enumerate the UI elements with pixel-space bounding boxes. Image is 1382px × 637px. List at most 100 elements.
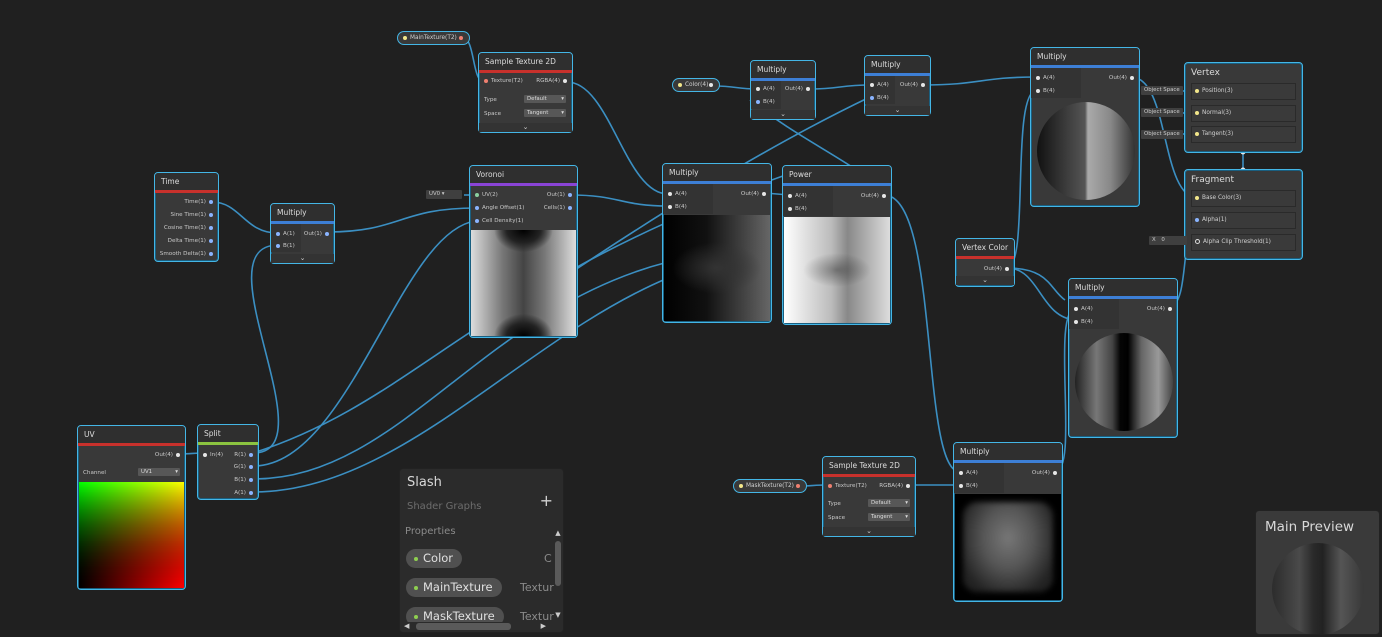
vertex-slot-tangent[interactable]: Tangent(3)	[1191, 126, 1296, 143]
input-port[interactable]: A(4)	[1071, 304, 1093, 314]
input-port[interactable]: A(4)	[665, 189, 687, 199]
sample-texture-2d-node[interactable]: Sample Texture 2D Texture(T2) RGBA(4) Ty…	[478, 52, 573, 133]
output-port[interactable]: Sine Time(1)	[171, 210, 216, 220]
scroll-right-icon[interactable]: ▶	[541, 622, 546, 630]
property-main-texture[interactable]: MainTexture	[406, 578, 502, 597]
output-port[interactable]: Out(4)	[1109, 73, 1137, 83]
output-port[interactable]: RGBA(4)	[536, 76, 570, 86]
input-port[interactable]: B(4)	[867, 93, 889, 103]
output-port[interactable]: Smooth Delta(1)	[160, 249, 216, 259]
output-port[interactable]: Out(4)	[785, 84, 813, 94]
power-node[interactable]: Power A(4) B(4) Out(4)	[782, 165, 892, 325]
fragment-slot-base-color[interactable]: Base Color(3)	[1191, 190, 1296, 207]
output-port[interactable]: Out(4)	[861, 191, 889, 201]
output-port[interactable]: Out(1)	[304, 229, 332, 239]
multiply-node[interactable]: Multiply A(1) B(1) Out(1) ⌄	[270, 203, 335, 264]
uv-channel-select[interactable]: UV0 ▾	[426, 190, 462, 199]
collapse-chevron-icon[interactable]: ⌄	[271, 254, 334, 263]
type-dropdown[interactable]: Default ▾	[868, 499, 910, 507]
color-property-node[interactable]: Color(4)	[672, 78, 720, 92]
input-port[interactable]: A(4)	[1033, 73, 1055, 83]
vertex-context[interactable]: Vertex Position(3) Normal(3) Tangent(3)	[1184, 62, 1303, 153]
output-port[interactable]: A(1)	[234, 488, 256, 498]
output-port[interactable]: Out(4)	[741, 189, 769, 199]
input-port[interactable]: UV(2)	[472, 190, 498, 200]
main-preview-panel[interactable]: Main Preview	[1255, 510, 1380, 635]
input-port[interactable]: A(4)	[867, 80, 889, 90]
collapse-chevron-icon[interactable]: ⌄	[823, 527, 915, 536]
output-port[interactable]: Out(4)	[1032, 468, 1060, 478]
port-dot-icon[interactable]	[459, 36, 463, 40]
fragment-slot-alpha[interactable]: Alpha(1)	[1191, 212, 1296, 229]
sample-texture-2d-node[interactable]: Sample Texture 2D Texture(T2) RGBA(4) Ty…	[822, 456, 916, 537]
input-port[interactable]: B(4)	[753, 97, 775, 107]
vertical-scrollbar[interactable]: ▲ ▼	[554, 529, 562, 619]
scroll-up-icon[interactable]: ▲	[554, 529, 562, 537]
space-dropdown[interactable]: Tangent ▾	[524, 109, 566, 117]
input-port[interactable]: A(4)	[956, 468, 978, 478]
output-port[interactable]: Cosine Time(1)	[164, 223, 216, 233]
output-port[interactable]: Out(4)	[984, 264, 1012, 274]
vertex-slot-position[interactable]: Position(3)	[1191, 83, 1296, 100]
input-port[interactable]: B(1)	[273, 241, 295, 251]
scroll-down-icon[interactable]: ▼	[554, 611, 562, 619]
uv-node[interactable]: UV Out(4) Channel UV1 ▾	[77, 425, 186, 590]
fragment-context[interactable]: Fragment Base Color(3) Alpha(1) Alpha Cl…	[1184, 169, 1303, 260]
collapse-chevron-icon[interactable]: ⌄	[865, 106, 930, 115]
input-port[interactable]: Texture(T2)	[481, 76, 523, 86]
add-property-button[interactable]: +	[540, 491, 553, 510]
alpha-clip-threshold-field[interactable]: X 0	[1149, 236, 1187, 245]
multiply-node[interactable]: Multiply A(4) B(4) Out(4)	[1068, 278, 1178, 438]
time-node[interactable]: Time Time(1) Sine Time(1) Cosine Time(1)…	[154, 172, 219, 262]
input-port[interactable]: B(4)	[1071, 317, 1093, 327]
input-port[interactable]: B(4)	[665, 202, 687, 212]
output-port[interactable]: Cells(1)	[544, 203, 575, 213]
multiply-node[interactable]: Multiply A(4) B(4) Out(4)	[1030, 47, 1140, 207]
channel-dropdown[interactable]: UV1 ▾	[138, 468, 180, 476]
scroll-left-icon[interactable]: ◀	[404, 622, 409, 630]
blackboard-panel[interactable]: Slash Shader Graphs + Properties Color C…	[399, 468, 564, 633]
input-port[interactable]: Angle Offset(1)	[472, 203, 524, 213]
input-port[interactable]: Texture(T2)	[825, 481, 867, 491]
main-texture-property-node[interactable]: MainTexture(T2)	[397, 31, 470, 45]
output-port[interactable]: G(1)	[234, 462, 256, 472]
port-dot-icon[interactable]	[796, 484, 800, 488]
input-port[interactable]: A(4)	[753, 84, 775, 94]
split-node[interactable]: Split In(4) R(1) G(1) B(1) A(1)	[197, 424, 259, 500]
collapse-chevron-icon[interactable]: ⌄	[479, 123, 572, 132]
port-dot-icon[interactable]	[709, 83, 713, 87]
multiply-node[interactable]: Multiply A(4) B(4) Out(4)	[953, 442, 1063, 602]
input-port[interactable]: In(4)	[200, 450, 223, 460]
collapse-chevron-icon[interactable]: ⌄	[751, 110, 815, 119]
input-port[interactable]: B(4)	[956, 481, 978, 491]
scroll-thumb[interactable]	[416, 623, 511, 630]
input-port[interactable]: B(4)	[1033, 86, 1055, 96]
input-port[interactable]: B(4)	[785, 204, 807, 214]
input-port[interactable]: Cell Density(1)	[472, 216, 523, 226]
scroll-thumb[interactable]	[555, 541, 561, 586]
output-port[interactable]: RGBA(4)	[879, 481, 913, 491]
multiply-node[interactable]: Multiply A(4) B(4) Out(4) ⌄	[864, 55, 931, 116]
multiply-node[interactable]: Multiply A(4) B(4) Out(4) ⌄	[750, 60, 816, 120]
output-port[interactable]: Time(1)	[184, 197, 216, 207]
collapse-chevron-icon[interactable]: ⌄	[956, 276, 1014, 285]
output-port[interactable]: B(1)	[234, 475, 256, 485]
space-dropdown[interactable]: Tangent ▾	[868, 513, 910, 521]
output-port[interactable]: Out(4)	[900, 80, 928, 90]
input-port[interactable]: A(4)	[785, 191, 807, 201]
fragment-slot-alpha-clip[interactable]: Alpha Clip Threshold(1)	[1191, 234, 1296, 251]
output-port[interactable]: Out(4)	[1147, 304, 1175, 314]
output-port[interactable]: R(1)	[234, 450, 256, 460]
property-color[interactable]: Color	[406, 549, 463, 568]
input-port[interactable]: A(1)	[273, 229, 295, 239]
type-dropdown[interactable]: Default ▾	[524, 95, 566, 103]
vertex-color-node[interactable]: Vertex Color Out(4) ⌄	[955, 238, 1015, 287]
output-port[interactable]: Out(1)	[547, 190, 575, 200]
mask-texture-property-node[interactable]: MaskTexture(T2)	[733, 479, 807, 493]
vertex-slot-normal[interactable]: Normal(3)	[1191, 105, 1296, 122]
output-port[interactable]: Delta Time(1)	[168, 236, 216, 246]
voronoi-node[interactable]: Voronoi UV(2) Angle Offset(1) Cell Densi…	[469, 165, 578, 338]
output-port[interactable]: Out(4)	[155, 450, 183, 460]
multiply-node[interactable]: Multiply A(4) B(4) Out(4)	[662, 163, 772, 323]
horizontal-scrollbar[interactable]: ◀ ▶	[402, 622, 552, 631]
